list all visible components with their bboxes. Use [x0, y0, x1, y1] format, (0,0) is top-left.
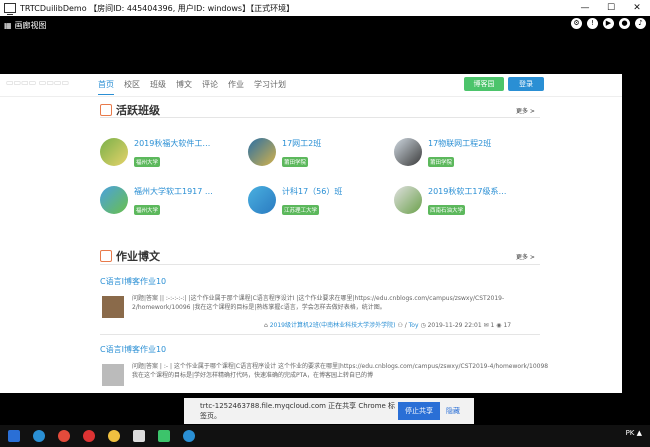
maximize-button[interactable]: ☐ [598, 3, 624, 13]
class-card[interactable]: 2019秋软工17级系统... 西南石油大学 [394, 186, 508, 216]
info-icon[interactable]: ! [587, 18, 598, 29]
trtc-app-icon[interactable] [133, 430, 145, 442]
gallery-view-toggle[interactable]: ▦ 画廊视图 [4, 20, 47, 31]
homework-icon [100, 250, 112, 262]
video-toolbar: ▦ 画廊视图 ⚙ ! ▶ ● ♪ [0, 16, 650, 34]
window-title: TRTCDuilibDemo 【房间ID: 445404396, 用户ID: w… [20, 3, 295, 13]
gallery-icon: ▦ [4, 20, 12, 30]
chrome-icon[interactable] [58, 430, 70, 442]
homework-heading: 作业博文 [100, 248, 160, 264]
classes-more-link[interactable]: 更多 > [516, 106, 535, 115]
site-nav: ▭▭▭▭ ▭▭▭▭ 首页 校区 班级 博文 评论 作业 学习计划 博客园 登录 [0, 74, 622, 97]
window-titlebar: TRTCDuilibDemo 【房间ID: 445404396, 用户ID: w… [0, 0, 650, 16]
nav-tab-class[interactable]: 班级 [150, 79, 166, 95]
comment-icon: ✉ [483, 322, 491, 329]
screen-share-notice: trtc-1252463788.file.myqcloud.com 正在共享 C… [184, 398, 474, 424]
class-name[interactable]: 2019秋软工17级系统... [428, 186, 508, 197]
class-card[interactable]: 计科17（56）班 江苏理工大学 [248, 186, 342, 216]
school-badge: 西南石油大学 [428, 205, 466, 215]
blog-button[interactable]: 博客园 [464, 77, 504, 91]
qq-icon[interactable] [108, 430, 120, 442]
windows-start-icon[interactable] [8, 430, 20, 442]
post-title[interactable]: C语言I博客作业10 [100, 344, 166, 355]
class-avatar [100, 138, 128, 166]
class-icon [100, 104, 112, 116]
nav-tab-plan[interactable]: 学习计划 [254, 79, 286, 95]
edge-icon[interactable] [33, 430, 45, 442]
post-date: 2019-11-29 22:01 [427, 322, 482, 329]
class-name[interactable]: 2019秋福大软件工程... [134, 138, 214, 149]
active-classes-title: 活跃班级 [116, 104, 160, 117]
nav-tabs: 首页 校区 班级 博文 评论 作业 学习计划 [98, 79, 286, 95]
post-summary: 问题|答案 || :-:-:-:-:| |这个作业属于那个课程|C语言程序设计I… [132, 295, 505, 311]
post-thumbnail [102, 296, 124, 318]
webpage: ▭▭▭▭ ▭▭▭▭ 首页 校区 班级 博文 评论 作业 学习计划 博客园 登录 … [0, 74, 622, 393]
post-title[interactable]: C语言I博客作业10 [100, 276, 166, 287]
nav-tab-comments[interactable]: 评论 [202, 79, 218, 95]
netease-music-icon[interactable] [83, 430, 95, 442]
home-icon: ⌂ [264, 322, 268, 329]
speaker-icon[interactable]: ♪ [635, 18, 646, 29]
stop-sharing-button[interactable]: 停止共享 [398, 402, 440, 420]
share-notice-text: trtc-1252463788.file.myqcloud.com 正在共享 C… [200, 402, 396, 420]
nav-tab-campus[interactable]: 校区 [124, 79, 140, 95]
active-classes-heading: 活跃班级 [100, 102, 160, 118]
taskbar: PK ▲ [0, 425, 650, 447]
post-author[interactable]: Toy [409, 322, 419, 329]
class-name[interactable]: 计科17（56）班 [282, 186, 342, 197]
class-avatar [394, 186, 422, 214]
shared-screen: ▭▭▭▭ ▭▭▭▭ 首页 校区 班级 博文 评论 作业 学习计划 博客园 登录 … [0, 34, 650, 393]
school-badge: 福州大学 [134, 205, 161, 215]
class-name[interactable]: 17网工2班 [282, 138, 321, 149]
view-count: 17 [503, 322, 512, 329]
homework-title: 作业博文 [116, 250, 160, 263]
tencent-cloud-icon[interactable] [183, 430, 195, 442]
gallery-label: 画廊视图 [14, 20, 47, 30]
class-avatar [394, 138, 422, 166]
app-icon [4, 3, 16, 15]
school-badge: 莆田学院 [282, 157, 309, 167]
site-logo: ▭▭▭▭ ▭▭▭▭ [6, 78, 70, 87]
class-name[interactable]: 17物联网工程2班 [428, 138, 491, 149]
camera-icon[interactable]: ▶ [603, 18, 614, 29]
post-summary: 问题|答案 | :- | 这个作业属于哪个课程|C语言程序设计 这个作业的要求在… [132, 363, 549, 379]
school-badge: 福州大学 [134, 157, 161, 167]
hide-button[interactable]: 隐藏 [446, 406, 460, 416]
class-avatar [248, 138, 276, 166]
user-icon: ⚇ / [397, 322, 409, 329]
comment-count: 1 [490, 322, 495, 329]
school-badge: 江苏理工大学 [282, 205, 320, 215]
homework-more-link[interactable]: 更多 > [516, 252, 535, 261]
class-avatar [100, 186, 128, 214]
mic-icon[interactable]: ● [619, 18, 630, 29]
post-meta: ⌂ 2019级计算机2班(中南林业科技大学涉外学院) ⚇ / Toy ◷ 201… [264, 320, 511, 329]
post-class-link[interactable]: 2019级计算机2班(中南林业科技大学涉外学院) [270, 322, 396, 329]
clock-icon: ◷ [420, 322, 428, 329]
close-button[interactable]: ✕ [624, 3, 650, 13]
class-card[interactable]: 福州大学软工1917 | K 班福州大学 [100, 186, 214, 216]
divider [100, 117, 540, 118]
tray-area[interactable]: PK ▲ [626, 429, 642, 437]
class-card[interactable]: 2019秋福大软件工程... 福州大学 [100, 138, 214, 168]
nav-tab-blog[interactable]: 博文 [176, 79, 192, 95]
minimize-button[interactable]: — [572, 3, 598, 13]
divider [100, 264, 540, 265]
school-badge: 莆田学院 [428, 157, 455, 167]
settings-icon[interactable]: ⚙ [571, 18, 582, 29]
login-button[interactable]: 登录 [508, 77, 544, 91]
class-card[interactable]: 17物联网工程2班 莆田学院 [394, 138, 491, 168]
class-card[interactable]: 17网工2班 莆田学院 [248, 138, 321, 168]
class-avatar [248, 186, 276, 214]
post-thumbnail [102, 364, 124, 386]
nav-tab-homework[interactable]: 作业 [228, 79, 244, 95]
divider [100, 334, 540, 335]
class-name[interactable]: 福州大学软工1917 | K 班 [134, 186, 214, 197]
nav-tab-home[interactable]: 首页 [98, 79, 114, 95]
hbuilder-icon[interactable] [158, 430, 170, 442]
